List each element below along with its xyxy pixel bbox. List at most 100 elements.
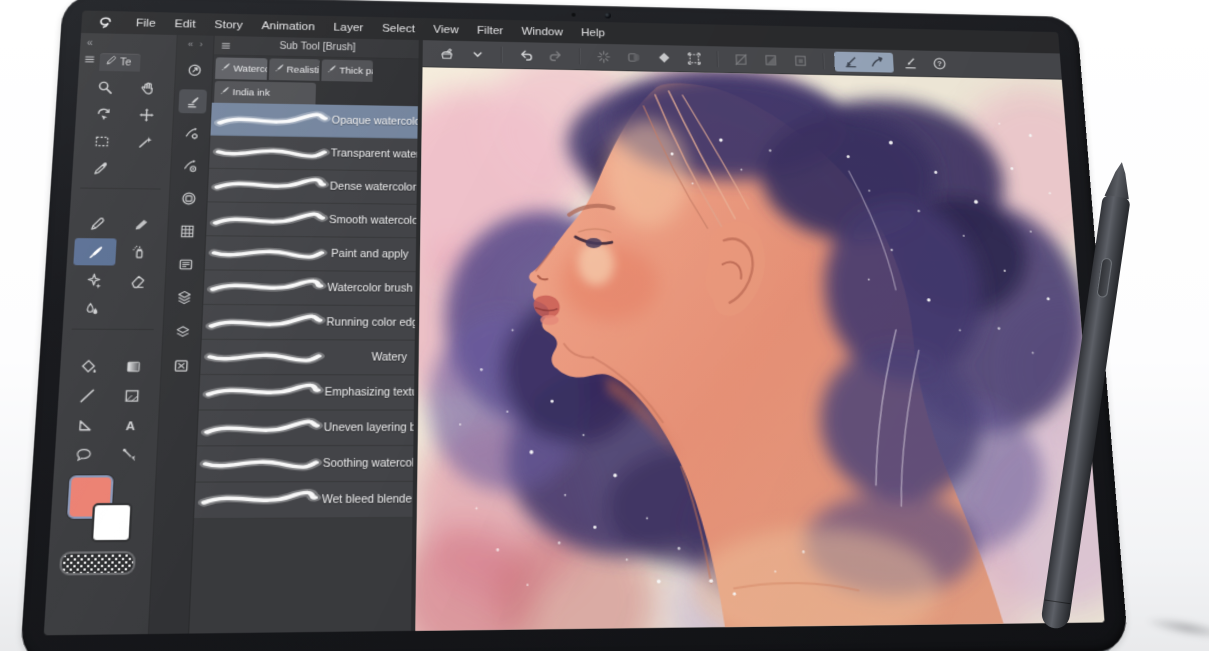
brush-item[interactable]: Transparent watercolor: [209, 136, 417, 172]
brush-label: Dense watercolor: [330, 181, 417, 194]
tab-india-ink[interactable]: India ink: [214, 81, 316, 105]
brush-item[interactable]: Opaque watercolor: [210, 103, 417, 139]
color-wheel-icon[interactable]: [174, 186, 203, 211]
transparent-color-swatch[interactable]: [59, 551, 136, 575]
tab-thick-pa[interactable]: Thick pa: [321, 59, 372, 81]
snap-diagonal-icon[interactable]: [757, 50, 784, 70]
gradient-icon[interactable]: [111, 352, 155, 380]
dock-forward-button[interactable]: ›: [199, 39, 203, 49]
tab-realistic[interactable]: Realistic: [268, 58, 320, 81]
chevron-down-icon[interactable]: [464, 44, 492, 65]
fill-icon[interactable]: [66, 352, 110, 380]
layers-icon[interactable]: [167, 318, 197, 344]
quick-access-icon[interactable]: [180, 58, 209, 82]
layer-comp-icon[interactable]: [169, 285, 199, 310]
help-icon[interactable]: ?: [926, 54, 953, 74]
brush-size-icon[interactable]: [175, 153, 204, 178]
move-icon[interactable]: [125, 101, 167, 128]
save-icon[interactable]: [433, 43, 461, 64]
airbrush-icon[interactable]: [117, 238, 160, 265]
menu-layer[interactable]: Layer: [324, 21, 373, 34]
text-icon[interactable]: A: [108, 411, 152, 439]
snap-curve-icon[interactable]: [863, 52, 890, 72]
tab-label: Thick pa: [339, 65, 372, 76]
product-photo-stage: FileEditStoryAnimationLayerSelectViewFil…: [0, 0, 1209, 651]
menu-edit[interactable]: Edit: [165, 18, 205, 31]
snap-line-icon[interactable]: [897, 53, 924, 73]
hamburger-icon[interactable]: [82, 53, 97, 71]
brush-item[interactable]: Emphasizing texture: [199, 375, 415, 411]
secondary-color-swatch[interactable]: [91, 503, 133, 542]
brush-item[interactable]: Paint and apply: [205, 236, 416, 272]
crop-icon[interactable]: [680, 48, 708, 69]
pen-icon[interactable]: [75, 210, 118, 237]
blend-icon[interactable]: [70, 295, 114, 323]
pencil-icon[interactable]: [119, 211, 162, 238]
brush-item[interactable]: Watery: [200, 340, 415, 376]
menu-help[interactable]: Help: [572, 27, 614, 39]
watercolor-painting: [415, 67, 1104, 631]
select-icon[interactable]: [80, 128, 123, 155]
hand-icon[interactable]: [126, 74, 168, 101]
eyedropper-icon[interactable]: [78, 155, 121, 182]
rotate-icon[interactable]: [82, 100, 124, 127]
brush-item[interactable]: Running color edge watercolor: [202, 305, 415, 341]
snap-off-icon[interactable]: [727, 49, 755, 70]
decoration-icon[interactable]: [72, 266, 116, 294]
balloon-icon[interactable]: [61, 440, 106, 469]
app-logo-icon[interactable]: [96, 14, 114, 30]
navigator-icon[interactable]: [166, 352, 196, 378]
figure-icon[interactable]: [63, 411, 107, 439]
tool-divider: [72, 323, 154, 330]
eraser-icon[interactable]: [116, 267, 159, 295]
brush-stroke-preview: [210, 175, 330, 197]
panel-menu-icon[interactable]: [219, 39, 232, 51]
menu-filter[interactable]: Filter: [468, 24, 512, 36]
color-set-icon[interactable]: [172, 218, 201, 243]
tab-label: Realistic: [286, 64, 319, 75]
collapse-panel-button[interactable]: «: [87, 38, 94, 49]
wand-icon[interactable]: [123, 128, 165, 155]
tab-filler: [318, 83, 416, 106]
tab-watercol[interactable]: Watercol: [215, 57, 267, 80]
shapes-icon[interactable]: [620, 47, 648, 68]
brush-item[interactable]: Watercolor brush: [203, 270, 415, 306]
menu-select[interactable]: Select: [373, 22, 425, 35]
snap-special-ruler-icon[interactable]: [837, 52, 864, 72]
sparkle-icon[interactable]: [590, 47, 618, 68]
brush-item[interactable]: Soothing watercolor: [196, 446, 414, 483]
line-icon[interactable]: [64, 381, 108, 409]
snap-square-icon[interactable]: [787, 51, 814, 71]
brush-item[interactable]: Smooth watercolor: [206, 202, 416, 238]
tab-label: India ink: [232, 87, 270, 99]
menu-file[interactable]: File: [126, 17, 165, 30]
brush-stroke-preview: [206, 277, 328, 299]
canvas-area[interactable]: [415, 67, 1104, 631]
toolbar-separator: [716, 51, 718, 67]
tool-property-icon[interactable]: [177, 121, 206, 145]
zoom-icon[interactable]: [83, 74, 125, 101]
redo-icon[interactable]: [542, 46, 570, 67]
panel-title: Sub Tool [Brush]: [232, 40, 419, 54]
brush-icon[interactable]: [73, 238, 116, 265]
dock-back-button[interactable]: «: [188, 39, 194, 49]
menu-view[interactable]: View: [424, 23, 468, 35]
flow-icon[interactable]: [106, 440, 150, 469]
menu-animation[interactable]: Animation: [252, 20, 324, 33]
sub-tool-icon[interactable]: [178, 89, 207, 113]
brush-item[interactable]: Wet bleed blender: [194, 482, 413, 519]
layer-property-icon[interactable]: [171, 251, 200, 276]
brush-item[interactable]: Dense watercolor: [208, 169, 417, 205]
undo-icon[interactable]: [512, 45, 540, 66]
menu-story[interactable]: Story: [205, 19, 253, 32]
frame-icon[interactable]: [109, 381, 153, 409]
stylus-button: [1096, 257, 1113, 298]
menu-window[interactable]: Window: [512, 25, 572, 38]
brush-label: Transparent watercolor: [331, 147, 418, 160]
brush-item[interactable]: Uneven layering brush: [197, 411, 414, 447]
current-tool-tab[interactable]: Te: [99, 53, 140, 72]
fill-bucket-icon[interactable]: [650, 48, 678, 69]
brush-stroke-preview: [213, 109, 332, 131]
brush-label: Watery: [325, 351, 414, 364]
brush-stroke-preview: [211, 142, 330, 164]
